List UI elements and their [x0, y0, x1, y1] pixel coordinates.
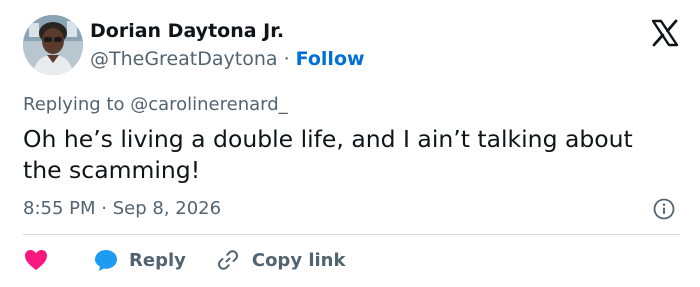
tweet-time: 8:55 PM [23, 198, 96, 219]
tweet-text: Oh he’s living a double life, and I ain’… [23, 125, 633, 184]
divider [23, 234, 680, 235]
copy-link-button[interactable]: Copy link [216, 248, 346, 272]
speech-bubble-icon [95, 250, 117, 271]
heart-icon [25, 250, 47, 270]
follow-button[interactable]: Follow [296, 48, 365, 70]
reply-button[interactable]: Reply [93, 248, 186, 272]
author-handle[interactable]: @TheGreatDaytona [90, 48, 278, 70]
handle-separator: · [283, 48, 296, 70]
tweet-date: Sep 8, 2026 [112, 198, 222, 219]
x-logo-icon[interactable] [650, 18, 680, 48]
copy-link-label: Copy link [251, 249, 346, 271]
author-handle-row: @TheGreatDaytona · Follow [90, 48, 365, 70]
author-name[interactable]: Dorian Daytona Jr. [90, 20, 284, 42]
info-icon[interactable] [653, 198, 675, 220]
replying-to-line[interactable]: Replying to @carolinerenard_ [23, 94, 288, 115]
action-bar: Reply Copy link [23, 246, 345, 274]
tweet-timestamp[interactable]: 8:55 PM · Sep 8, 2026 [23, 198, 221, 219]
link-icon [217, 250, 238, 270]
tweet-card: Dorian Daytona Jr. @TheGreatDaytona · Fo… [0, 0, 700, 287]
profile-photo-icon [23, 15, 83, 75]
reply-label: Reply [129, 249, 186, 271]
avatar[interactable] [23, 15, 83, 75]
timestamp-separator: · [101, 198, 113, 219]
like-button[interactable] [23, 248, 93, 272]
